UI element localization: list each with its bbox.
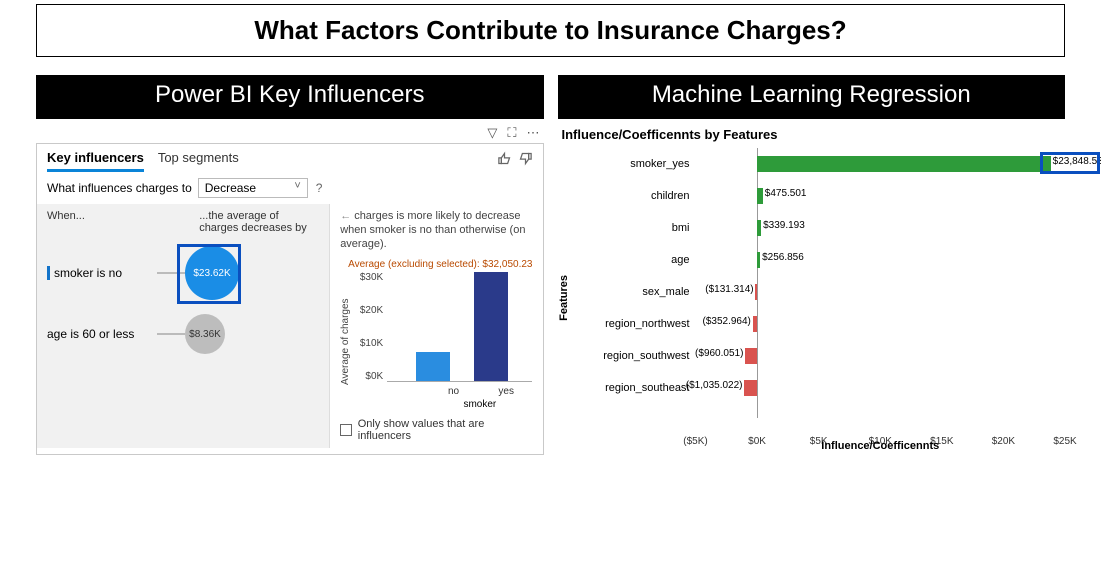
influencer-label-1: smoker is no — [47, 266, 157, 280]
detail-description: ←charges is more likely to decrease when… — [340, 210, 532, 251]
influencers-list-panel: When... ...the average of charges decrea… — [37, 204, 330, 448]
right-column: Machine Learning Regression Influence/Co… — [558, 75, 1066, 455]
thumbs-up-icon[interactable] — [497, 151, 512, 171]
reg-bar-2 — [757, 220, 761, 236]
checkbox-icon[interactable] — [340, 424, 352, 436]
regression-chart-title: Influence/Coefficennts by Features — [558, 125, 1066, 148]
reg-value-label-5: ($352.964) — [703, 316, 751, 327]
more-icon[interactable]: ⋯ — [527, 125, 540, 141]
reg-category-4: sex_male — [576, 276, 690, 308]
only-influencers-toggle[interactable]: Only show values that are influencers — [340, 418, 532, 442]
ki-tabs: Key influencers Top segments — [47, 150, 239, 172]
direction-select[interactable]: Decrease — [198, 178, 308, 198]
reg-value-label-1: $475.501 — [765, 188, 807, 199]
left-column: Power BI Key Influencers ▽ ⛶ ⋯ Key influ… — [36, 75, 544, 455]
focus-icon[interactable]: ⛶ — [507, 125, 516, 141]
reg-bar-row-6: ($960.051) — [696, 340, 1066, 372]
col-header-avg: ...the average of charges decreases by — [199, 210, 319, 234]
influencer-bubble-2: $8.36K — [185, 314, 225, 354]
feedback-icons — [497, 151, 533, 171]
bar-no — [416, 352, 450, 381]
reg-bar-5 — [753, 316, 757, 332]
reg-bar-row-4: ($131.314) — [696, 276, 1066, 308]
page-title: What Factors Contribute to Insurance Cha… — [37, 15, 1064, 46]
influencer-row-2[interactable]: age is 60 or less $8.36K — [47, 314, 319, 354]
bar-yes — [474, 272, 508, 381]
back-arrow-icon[interactable]: ← — [340, 210, 351, 222]
regression-ylabel: Features — [558, 275, 576, 321]
reg-value-label-4: ($131.314) — [705, 284, 753, 295]
question-prefix: What influences charges to — [47, 181, 192, 195]
influencer-detail-panel: ←charges is more likely to decrease when… — [330, 204, 542, 448]
reg-category-0: smoker_yes — [576, 148, 690, 180]
avg-annotation: Average (excluding selected): $32,050.23 — [340, 259, 532, 270]
tab-key-influencers[interactable]: Key influencers — [47, 150, 144, 172]
reg-category-6: region_southwest — [576, 340, 690, 372]
reg-category-3: age — [576, 244, 690, 276]
thumbs-down-icon[interactable] — [518, 151, 533, 171]
influencer-label-2: age is 60 or less — [47, 327, 157, 341]
reg-bar-7 — [744, 380, 757, 396]
col-header-when: When... — [47, 210, 85, 234]
xtick-yes: yes — [480, 386, 533, 397]
detail-description-text: charges is more likely to decrease when … — [340, 210, 525, 250]
mini-bar-chart: Average of charges $30K $20K $10K $0K — [340, 272, 532, 412]
reg-bar-row-0: $23,848.535 — [696, 148, 1066, 180]
tab-top-segments[interactable]: Top segments — [158, 150, 239, 172]
regression-category-labels: smoker_yeschildrenbmiagesex_maleregion_n… — [576, 148, 696, 448]
reg-bar-row-3: $256.856 — [696, 244, 1066, 276]
page-title-container: What Factors Contribute to Insurance Cha… — [36, 4, 1065, 57]
reg-bar-row-2: $339.193 — [696, 212, 1066, 244]
left-panel-header: Power BI Key Influencers — [36, 75, 544, 119]
reg-bar-row-5: ($352.964) — [696, 308, 1066, 340]
ytick-3: $0K — [351, 371, 383, 382]
reg-value-label-7: ($1,035.022) — [686, 380, 743, 391]
ytick-1: $20K — [351, 305, 383, 316]
reg-bar-3 — [757, 252, 760, 268]
only-influencers-label: Only show values that are influencers — [358, 418, 533, 442]
highlight-box-left — [177, 244, 241, 304]
regression-xlabel: Influence/Coefficennts — [696, 440, 1066, 452]
filter-icon[interactable]: ▽ — [487, 125, 497, 141]
reg-bar-row-1: $475.501 — [696, 180, 1066, 212]
regression-chart: Features smoker_yeschildrenbmiagesex_mal… — [558, 148, 1066, 448]
reg-bar-1 — [757, 188, 763, 204]
xtick-no: no — [427, 386, 480, 397]
reg-bar-4 — [755, 284, 757, 300]
reg-category-2: bmi — [576, 212, 690, 244]
reg-bar-0 — [757, 156, 1051, 172]
reg-bar-6 — [745, 348, 757, 364]
mini-chart-yticks: $30K $20K $10K $0K — [351, 272, 387, 382]
right-panel-header: Machine Learning Regression — [558, 75, 1066, 119]
reg-value-label-2: $339.193 — [763, 220, 805, 231]
key-influencers-visual: Key influencers Top segments What influe… — [36, 143, 544, 455]
reg-category-5: region_northwest — [576, 308, 690, 340]
help-icon[interactable]: ? — [316, 181, 323, 195]
regression-plot-area: $23,848.535 $475.501 $339.193 $256.856 ($131… — [696, 148, 1066, 448]
direction-select-value: Decrease — [205, 181, 256, 195]
ytick-0: $30K — [351, 272, 383, 283]
ki-question-row: What influences charges to Decrease ? — [37, 176, 543, 204]
reg-bar-row-7: ($1,035.022) — [696, 372, 1066, 404]
ytick-2: $10K — [351, 338, 383, 349]
highlight-box-right — [1040, 152, 1100, 174]
mini-chart-plot — [387, 272, 532, 382]
reg-value-label-3: $256.856 — [762, 252, 804, 263]
visual-toolbar: ▽ ⛶ ⋯ — [36, 119, 544, 141]
reg-value-label-6: ($960.051) — [695, 348, 743, 359]
mini-chart-ylabel: Average of charges — [340, 272, 351, 412]
reg-category-1: children — [576, 180, 690, 212]
reg-category-7: region_southeast — [576, 372, 690, 404]
mini-chart-xlabel: smoker — [387, 399, 532, 410]
